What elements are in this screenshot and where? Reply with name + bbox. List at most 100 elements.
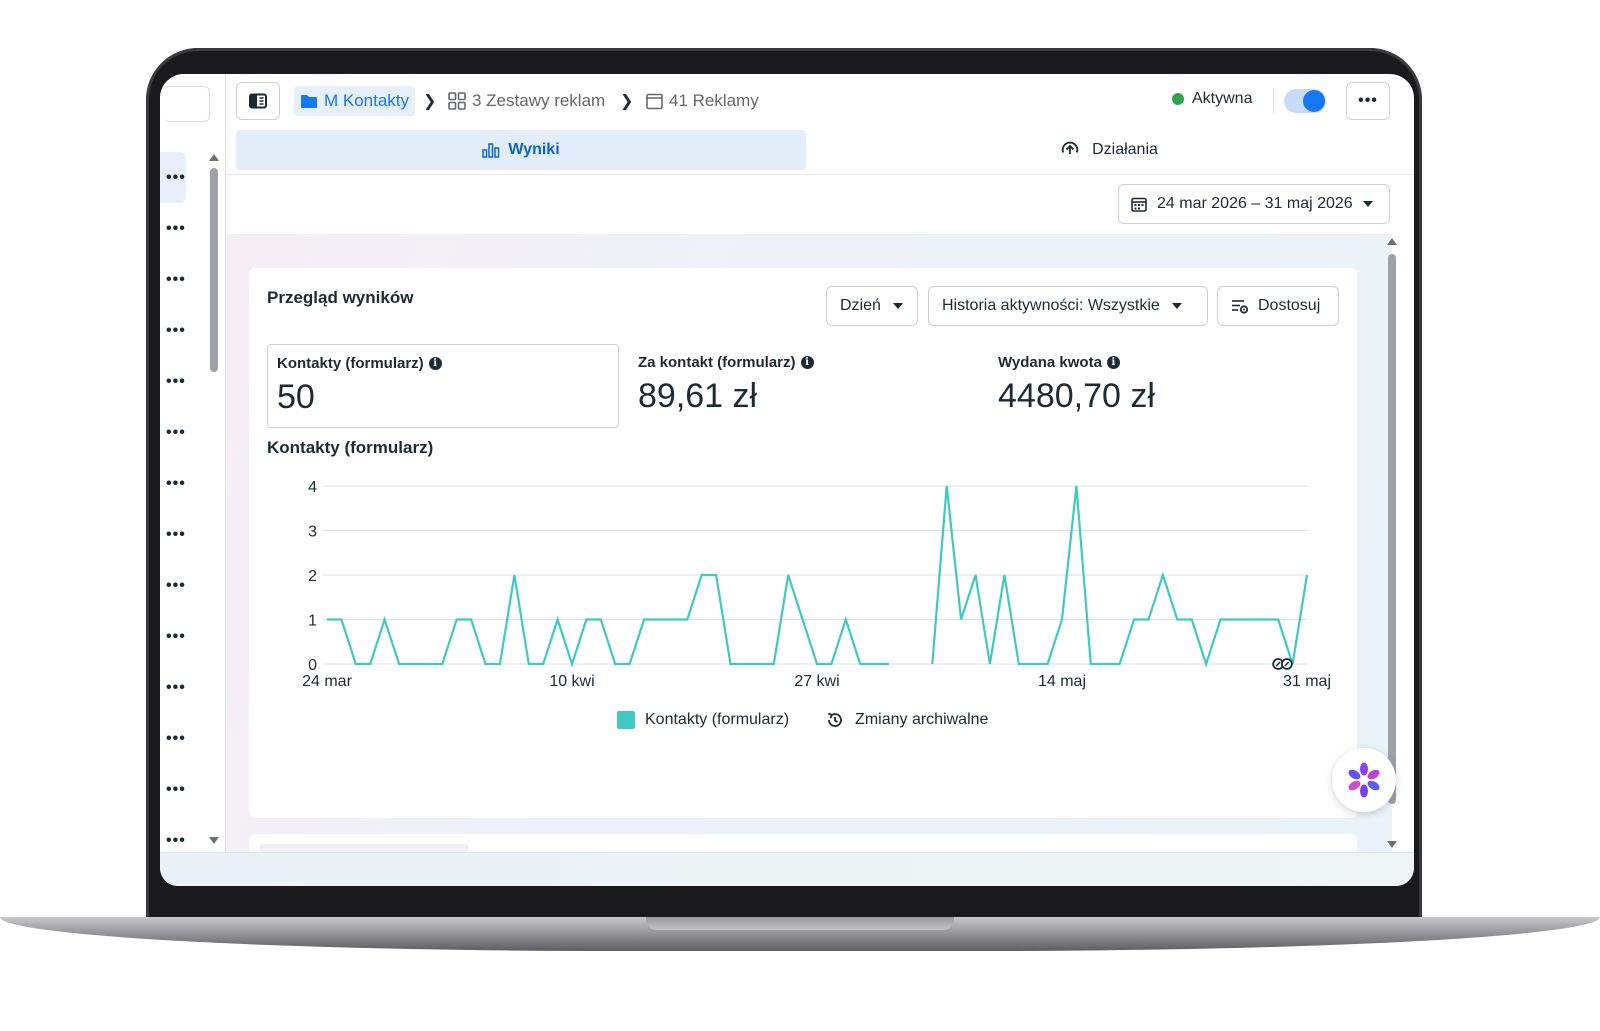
status-label: Aktywna: [1192, 90, 1253, 107]
status-indicator: Aktywna: [1172, 90, 1252, 108]
caret-down-icon: [892, 303, 903, 309]
tab-results-label: Wyniki: [508, 141, 560, 158]
left-panel-header-box[interactable]: [164, 86, 210, 122]
scroll-thumb[interactable]: [1388, 254, 1396, 804]
sparkle-flower-icon: [1348, 762, 1380, 798]
tabs-divider: [226, 174, 1414, 175]
bottom-strip: [160, 852, 1414, 886]
results-overview-card: Przegląd wyników Dzień Historia aktywnoś…: [249, 268, 1357, 818]
arrow-up-circle-icon: [1061, 141, 1079, 154]
tab-actions[interactable]: Działania: [816, 130, 1402, 170]
info-icon[interactable]: i: [800, 356, 814, 369]
card-title: Przegląd wyników: [267, 288, 414, 307]
leads-line-chart: 0 1 2 3 4 24 mar 10 kwi 27 kwi 14 maj 31 maj: [302, 479, 1331, 690]
history-icon: [828, 712, 842, 727]
divider: [1273, 88, 1274, 114]
ai-assistant-button[interactable]: [1332, 748, 1396, 812]
ad-icon: [646, 93, 663, 109]
breadcrumb-adsets-label: 3 Zestawy reklam: [472, 91, 606, 110]
scroll-thumb[interactable]: [210, 168, 218, 372]
breadcrumb-campaign[interactable]: M Kontakty: [294, 86, 416, 116]
row-more-button[interactable]: •••: [160, 305, 204, 356]
row-more-button[interactable]: •••: [160, 203, 204, 254]
laptop-notch: [646, 917, 954, 930]
row-more-button[interactable]: •••: [160, 611, 204, 662]
settings-filter-icon: [1232, 299, 1249, 314]
x-tick-label: 14 maj: [1038, 673, 1086, 690]
caret-down-icon: [1362, 201, 1373, 207]
row-more-button[interactable]: •••: [160, 254, 204, 305]
chevron-right-icon: ❯: [620, 93, 634, 110]
row-more-button[interactable]: •••: [160, 509, 204, 560]
folder-icon: [301, 94, 317, 108]
x-tick-label: 31 maj: [1283, 673, 1331, 690]
metric-cost-per-lead[interactable]: Za kontakt (formularz) i 89,61 zł: [629, 344, 979, 428]
date-range-label: 24 mar 2026 – 31 maj 2026: [1157, 195, 1353, 212]
row-more-button[interactable]: •••: [160, 764, 204, 815]
legend-item-leads[interactable]: Kontakty (formularz): [617, 711, 789, 729]
legend-swatch: [617, 711, 635, 729]
right-scrollbar[interactable]: [1386, 238, 1398, 848]
y-tick-label: 1: [308, 613, 317, 630]
grid-icon: [448, 92, 466, 110]
toggle-sidebar-button[interactable]: [236, 82, 280, 120]
left-scrollbar[interactable]: [209, 154, 219, 844]
metric-label: Wydana kwota: [998, 354, 1102, 371]
screen: ••• ••• ••• ••• ••• ••• ••• ••• ••• ••• …: [160, 74, 1414, 886]
scroll-up-arrow[interactable]: [209, 154, 219, 161]
customize-label: Dostosuj: [1258, 297, 1321, 314]
breadcrumb-ads[interactable]: 41 Reklamy: [646, 86, 759, 116]
breadcrumb-campaign-label: M Kontakty: [324, 91, 410, 110]
chart-title: Kontakty (formularz): [267, 438, 434, 457]
info-icon[interactable]: i: [428, 357, 442, 370]
chevron-right-icon: ❯: [423, 93, 437, 110]
date-range-picker[interactable]: 24 mar 2026 – 31 maj 2026: [1118, 184, 1390, 224]
breadcrumb-ads-label: 41 Reklamy: [669, 91, 759, 110]
panel-icon: [249, 93, 267, 109]
row-more-button[interactable]: •••: [160, 713, 204, 764]
metric-leads[interactable]: Kontakty (formularz) i 50: [267, 344, 619, 428]
row-more-button[interactable]: •••: [160, 560, 204, 611]
metric-label: Za kontakt (formularz): [638, 354, 796, 371]
info-icon[interactable]: i: [1106, 356, 1120, 369]
status-toggle[interactable]: [1284, 89, 1326, 113]
x-tick-label: 10 kwi: [549, 673, 594, 690]
x-tick-label: 24 mar: [302, 673, 352, 690]
metric-label: Kontakty (formularz): [277, 355, 424, 372]
metric-value: 89,61 zł: [638, 377, 758, 415]
caret-down-icon: [1171, 303, 1182, 309]
row-more-button[interactable]: •••: [160, 662, 204, 713]
scroll-up-arrow[interactable]: [1387, 238, 1397, 245]
legend-item-archived-changes[interactable]: Zmiany archiwalne: [825, 710, 988, 730]
y-tick-label: 4: [308, 479, 317, 496]
x-tick-label: 27 kwi: [794, 673, 839, 690]
chart-legend: Kontakty (formularz) Zmiany archiwalne: [617, 710, 988, 730]
legend-label: Zmiany archiwalne: [855, 711, 989, 728]
y-tick-label: 2: [308, 568, 317, 585]
placeholder-bar: [259, 844, 469, 852]
metric-value: 50: [277, 378, 315, 416]
granularity-dropdown[interactable]: Dzień: [826, 286, 918, 326]
archived-change-marker: [1280, 658, 1293, 670]
tab-results[interactable]: Wyniki: [236, 130, 806, 170]
toggle-knob: [1303, 90, 1325, 112]
history-filter-dropdown[interactable]: Historia aktywności: Wszystkie: [928, 286, 1208, 326]
row-more-button[interactable]: •••: [160, 458, 204, 509]
row-more-button[interactable]: •••: [160, 356, 204, 407]
breadcrumb-adsets[interactable]: 3 Zestawy reklam: [448, 86, 605, 116]
row-more-button[interactable]: •••: [160, 152, 186, 203]
legend-label: Kontakty (formularz): [645, 711, 790, 728]
scroll-down-arrow[interactable]: [1387, 841, 1397, 848]
y-tick-label: 3: [308, 524, 317, 541]
metric-value: 4480,70 zł: [998, 377, 1155, 415]
metric-amount-spent[interactable]: Wydana kwota i 4480,70 zł: [989, 344, 1339, 428]
content-area: Przegląd wyników Dzień Historia aktywnoś…: [226, 234, 1392, 864]
scroll-down-arrow[interactable]: [209, 837, 219, 844]
status-dot: [1172, 93, 1184, 105]
row-more-button[interactable]: •••: [160, 407, 204, 458]
more-options-button[interactable]: •••: [1346, 82, 1390, 120]
bar-chart-icon: [482, 143, 500, 158]
granularity-label: Dzień: [840, 297, 881, 314]
y-tick-label: 0: [308, 657, 317, 674]
customize-button[interactable]: Dostosuj: [1217, 286, 1339, 326]
